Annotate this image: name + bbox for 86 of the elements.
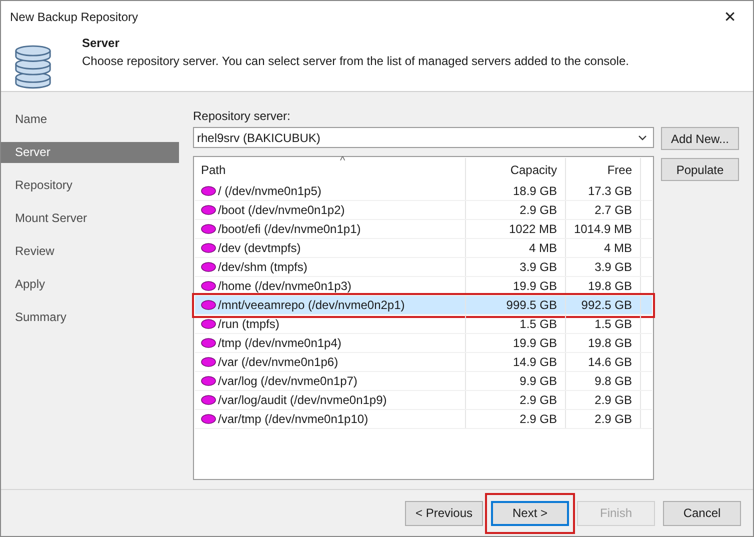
database-icon: [14, 43, 52, 89]
table-row[interactable]: /var/tmp (/dev/nvme0n1p10) 2.9 GB 2.9 GB: [195, 410, 652, 429]
table-cell: 19.9 GB: [466, 334, 566, 352]
disk-icon: [201, 281, 216, 291]
table-cell: 14.6 GB: [566, 353, 641, 371]
path-text: /var/log (/dev/nvme0n1p7): [218, 374, 358, 388]
table-row[interactable]: / (/dev/nvme0n1p5) 18.9 GB 17.3 GB: [195, 182, 652, 201]
path-text: /var/log/audit (/dev/nvme0n1p9): [218, 393, 387, 407]
field-label: Repository server:: [193, 109, 292, 123]
table-cell: 14.9 GB: [466, 353, 566, 371]
wizard-step[interactable]: Name: [1, 109, 179, 130]
window-title: New Backup Repository: [10, 10, 138, 24]
table-cell: 4 MB: [466, 239, 566, 257]
wizard-step[interactable]: Mount Server: [1, 208, 179, 229]
disk-icon: [201, 262, 216, 272]
path-text: /boot (/dev/nvme0n1p2): [218, 203, 345, 217]
table-cell: 2.7 GB: [566, 201, 641, 219]
disk-icon: [201, 414, 216, 424]
table-cell: 1014.9 MB: [566, 220, 641, 238]
table-cell: 4 MB: [566, 239, 641, 257]
table-cell: 2.9 GB: [566, 410, 641, 428]
disk-icon: [201, 224, 216, 234]
table-cell: 2.9 GB: [466, 201, 566, 219]
table-row[interactable]: /var/log/audit (/dev/nvme0n1p9) 2.9 GB 2.9 GB: [195, 391, 652, 410]
table-row[interactable]: /boot/efi (/dev/nvme0n1p1) 1022 MB 1014.9 MB: [195, 220, 652, 239]
disk-icon: [201, 338, 216, 348]
path-text: /var/tmp (/dev/nvme0n1p10): [218, 412, 368, 426]
table-cell: 999.5 GB: [466, 296, 566, 314]
path-text: /dev (devtmpfs): [218, 241, 301, 255]
path-text: /var (/dev/nvme0n1p6): [218, 355, 338, 369]
path-text: /dev/shm (tmpfs): [218, 260, 308, 274]
wizard-step[interactable]: Server: [1, 142, 179, 163]
disk-icon: [201, 186, 216, 196]
table-cell: 9.9 GB: [466, 372, 566, 390]
column-header[interactable]: Free: [566, 158, 641, 182]
server-dropdown[interactable]: rhel9srv (BAKICUBUK): [193, 127, 654, 148]
disk-icon: [201, 319, 216, 329]
close-button[interactable]: ✕: [707, 1, 753, 32]
table-row[interactable]: /boot (/dev/nvme0n1p2) 2.9 GB 2.7 GB: [195, 201, 652, 220]
chevron-icon: [638, 134, 647, 140]
column-header[interactable]: ^ Path: [195, 158, 466, 182]
table-cell: 18.9 GB: [466, 182, 566, 200]
table-cell: 1022 MB: [466, 220, 566, 238]
path-text: /mnt/veeamrepo (/dev/nvme0n2p1): [218, 298, 405, 312]
table-row[interactable]: /var (/dev/nvme0n1p6) 14.9 GB 14.6 GB: [195, 353, 652, 372]
table-row[interactable]: /tmp (/dev/nvme0n1p4) 19.9 GB 19.8 GB: [195, 334, 652, 353]
table-cell: 3.9 GB: [466, 258, 566, 276]
wizard-step[interactable]: Review: [1, 241, 179, 262]
wizard-step[interactable]: Summary: [1, 307, 179, 328]
step-title: Server: [82, 36, 120, 50]
step-description: Choose repository server. You can select server from the list of managed servers added to the console.: [82, 54, 629, 68]
side-button[interactable]: Add New...: [661, 127, 739, 150]
table-cell: 1.5 GB: [566, 315, 641, 333]
table-cell: 17.3 GB: [566, 182, 641, 200]
path-text: /boot/efi (/dev/nvme0n1p1): [218, 222, 361, 236]
path-text: /tmp (/dev/nvme0n1p4): [218, 336, 342, 350]
path-text: /run (tmpfs): [218, 317, 280, 331]
column-header[interactable]: Capacity: [466, 158, 566, 182]
sort-indicator: ^: [340, 155, 346, 167]
table-row[interactable]: /mnt/veeamrepo (/dev/nvme0n2p1) 999.5 GB 992.5 GB: [195, 296, 652, 315]
table-row[interactable]: /dev/shm (tmpfs) 3.9 GB 3.9 GB: [195, 258, 652, 277]
wizard-button[interactable]: Cancel: [663, 500, 741, 526]
table-cell: 2.9 GB: [466, 391, 566, 409]
disk-icon: [201, 395, 216, 405]
table-cell: 2.9 GB: [466, 410, 566, 428]
disk-icon: [201, 243, 216, 253]
wizard-button[interactable]: < Previous: [405, 500, 483, 526]
wizard-step[interactable]: Apply: [1, 274, 179, 295]
table-row[interactable]: /run (tmpfs) 1.5 GB 1.5 GB: [195, 315, 652, 334]
path-text: /home (/dev/nvme0n1p3): [218, 279, 352, 293]
disk-icon: [201, 376, 216, 386]
table-cell: 1.5 GB: [466, 315, 566, 333]
disk-icon: [201, 300, 216, 310]
table-row[interactable]: /var/log (/dev/nvme0n1p7) 9.9 GB 9.8 GB: [195, 372, 652, 391]
wizard-button[interactable]: Next >: [491, 500, 569, 526]
table-row[interactable]: /dev (devtmpfs) 4 MB 4 MB: [195, 239, 652, 258]
side-button[interactable]: Populate: [661, 158, 739, 181]
table-cell: 992.5 GB: [566, 296, 641, 314]
disk-icon: [201, 205, 216, 215]
wizard-step[interactable]: Repository: [1, 175, 179, 196]
path-text: / (/dev/nvme0n1p5): [218, 184, 322, 198]
disk-icon: [201, 357, 216, 367]
table-cell: 19.8 GB: [566, 334, 641, 352]
table-cell: 9.8 GB: [566, 372, 641, 390]
table-cell: 2.9 GB: [566, 391, 641, 409]
table-cell: 3.9 GB: [566, 258, 641, 276]
